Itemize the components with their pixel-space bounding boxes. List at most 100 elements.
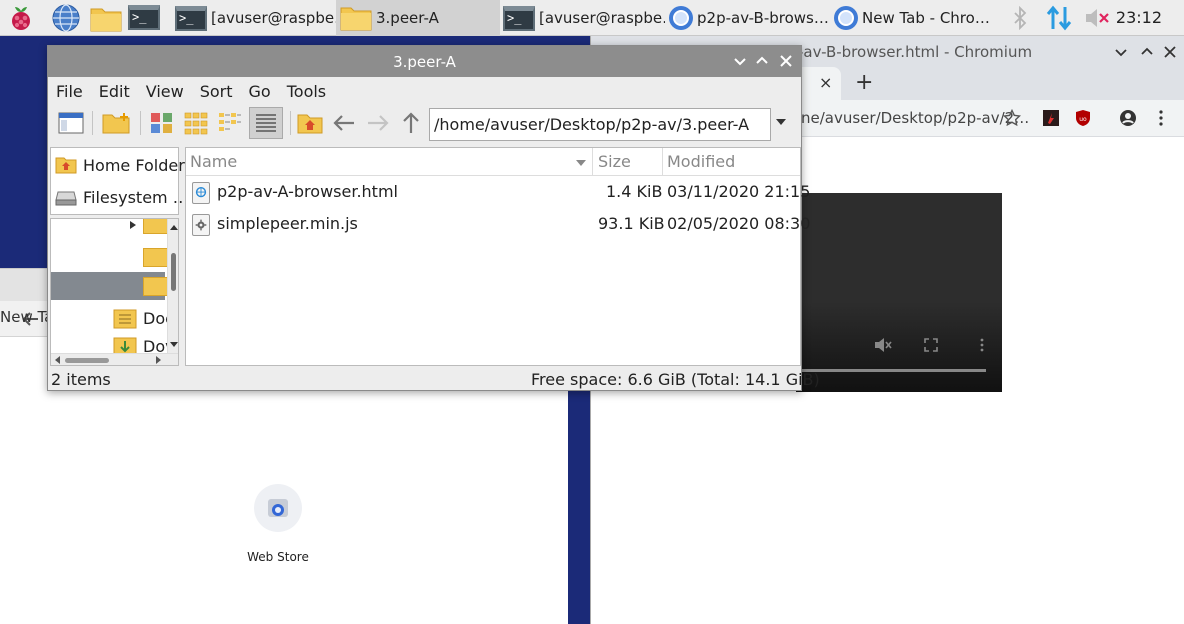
tree-row-selected[interactable] [51, 272, 169, 300]
path-input[interactable]: /home/avuser/Desktop/p2p-av/3.peer-A [429, 108, 771, 141]
minimize-icon[interactable] [730, 51, 750, 71]
column-header-size[interactable]: Size [598, 152, 631, 171]
column-header-modified[interactable]: Modified [667, 152, 735, 171]
forward-arrow-icon [368, 115, 389, 131]
file-size: 1.4 KiB [606, 182, 663, 201]
scroll-down-icon[interactable] [169, 341, 179, 349]
home-button[interactable] [295, 107, 325, 139]
menu-view[interactable]: View [146, 82, 184, 101]
new-folder-button[interactable] [101, 107, 131, 139]
place-filesystem[interactable]: Filesystem … [55, 183, 189, 211]
terminal-icon[interactable]: >_ [128, 5, 160, 30]
menu-edit[interactable]: Edit [99, 82, 130, 101]
tree-row[interactable]: Doc [51, 305, 174, 333]
scroll-thumb[interactable] [171, 253, 176, 291]
window-title-bar[interactable]: 3.peer-A [48, 46, 801, 77]
bluetooth-icon[interactable] [1013, 6, 1027, 30]
sort-descending-icon[interactable] [575, 159, 587, 167]
back-arrow-icon [333, 115, 354, 131]
task-button-chromium-2[interactable]: New Tab - Chro… [830, 0, 995, 36]
network-arrows-icon[interactable] [1045, 5, 1073, 31]
video-more-icon[interactable] [980, 338, 984, 352]
column-header-row: Name Size Modified [186, 148, 800, 176]
back-button[interactable] [329, 107, 359, 139]
tree-row[interactable] [51, 243, 169, 271]
bookmark-star-icon[interactable] [1003, 109, 1021, 127]
account-icon[interactable] [1119, 109, 1137, 127]
muted-speaker-icon[interactable] [873, 336, 893, 354]
chevron-down-icon[interactable] [775, 117, 787, 127]
file-row[interactable]: p2p-av-A-browser.html 1.4 KiB 03/11/2020… [186, 177, 810, 208]
terminal-prompt-glyph: >_ [132, 10, 147, 24]
fullscreen-icon[interactable] [924, 338, 938, 352]
toolbar-separator [92, 111, 93, 135]
task-button-terminal-1[interactable]: >_ [avuser@raspbe… [171, 0, 336, 36]
thumbnail-view-button[interactable] [147, 107, 177, 139]
folder-icon [143, 219, 169, 234]
more-menu-icon[interactable] [1158, 110, 1164, 126]
minimize-icon[interactable] [1114, 45, 1128, 59]
menu-file[interactable]: File [56, 82, 83, 101]
window-title: -av-B-browser.html - Chromium [798, 43, 1033, 61]
horizontal-scrollbar[interactable] [51, 353, 178, 365]
task-button-terminal-2[interactable]: >_ [avuser@raspbe… [499, 0, 665, 36]
forward-button[interactable] [363, 107, 393, 139]
window-title: 3.peer-A [393, 52, 456, 71]
new-tab-button[interactable]: + [855, 70, 873, 95]
menu-go[interactable]: Go [249, 82, 271, 101]
directory-tree: Doc Dov [50, 218, 179, 366]
detailed-list-view-button[interactable] [249, 107, 283, 139]
new-folder-icon [102, 113, 130, 134]
column-divider[interactable] [662, 148, 663, 176]
tab-label[interactable]: New Ta [0, 308, 53, 326]
task-button-file-manager[interactable]: 3.peer-A [336, 0, 500, 36]
folder-icon [143, 277, 169, 296]
volume-muted-icon[interactable] [1083, 7, 1111, 29]
up-button[interactable] [396, 107, 426, 139]
scroll-right-icon[interactable] [155, 355, 163, 365]
icon-view-button[interactable] [181, 107, 211, 139]
web-store-icon [268, 499, 288, 517]
video-progress-bar[interactable] [796, 369, 986, 372]
globe-icon[interactable] [51, 3, 81, 33]
column-divider[interactable] [592, 148, 593, 176]
file-row[interactable]: simplepeer.min.js 93.1 KiB 02/05/2020 08… [186, 209, 810, 240]
menu-tools[interactable]: Tools [287, 82, 326, 101]
ublock-icon[interactable]: uo [1075, 109, 1091, 127]
video-controls-shade [796, 302, 1002, 392]
toolbar-separator [140, 111, 141, 135]
clock[interactable]: 23:12 [1116, 8, 1162, 27]
maximize-icon[interactable] [752, 51, 772, 71]
close-icon[interactable] [1163, 45, 1177, 59]
status-free-space: Free space: 6.6 GiB (Total: 14.1 GiB) [531, 370, 820, 389]
menu-sort[interactable]: Sort [200, 82, 233, 101]
close-icon[interactable] [776, 51, 796, 71]
place-home-folder[interactable]: Home Folder [55, 151, 185, 179]
video-player[interactable] [796, 193, 1002, 392]
column-header-name[interactable]: Name [190, 152, 237, 171]
compact-view-button[interactable] [215, 107, 245, 139]
extension-icon[interactable] [1043, 110, 1059, 126]
scroll-left-icon[interactable] [53, 355, 61, 365]
tab-close-button[interactable]: × [819, 73, 832, 92]
detailed-list-icon [256, 114, 276, 132]
task-label: 3.peer-A [376, 9, 439, 27]
maximize-icon[interactable] [1140, 45, 1154, 59]
file-name: simplepeer.min.js [217, 214, 358, 233]
new-window-button[interactable] [56, 107, 86, 139]
places-pane: Home Folder Filesystem … [50, 147, 189, 215]
scroll-thumb[interactable] [65, 358, 109, 363]
vertical-scrollbar[interactable] [167, 219, 179, 353]
task-button-chromium-1[interactable]: p2p-av-B-brows… [665, 0, 830, 36]
icon-view-icon [184, 112, 208, 135]
svg-text:uo: uo [1079, 116, 1087, 123]
folder-icon[interactable] [89, 3, 123, 33]
tree-row[interactable] [51, 219, 169, 238]
file-size: 93.1 KiB [598, 214, 665, 233]
scroll-up-icon[interactable] [169, 223, 179, 231]
folder-icon [143, 248, 169, 267]
address-bar[interactable]: ne/avuser/Desktop/p2p-av/2… [801, 109, 1029, 127]
web-store-shortcut[interactable] [254, 484, 302, 532]
task-label: [avuser@raspbe… [211, 9, 336, 27]
raspberry-menu-icon[interactable] [6, 3, 36, 33]
